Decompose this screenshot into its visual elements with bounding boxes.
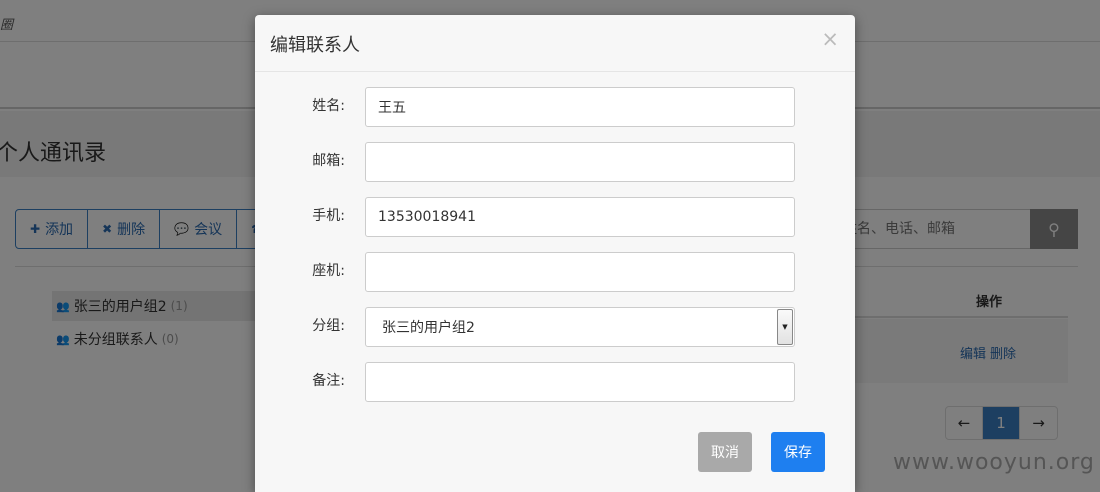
name-label: 姓名: xyxy=(312,98,345,114)
group-label: 分组: xyxy=(312,318,345,334)
landline-label: 座机: xyxy=(312,263,345,279)
dropdown-arrow-icon[interactable]: ▼ xyxy=(777,309,793,345)
name-field[interactable]: 王五 xyxy=(365,87,795,127)
watermark: www.wooyun.org xyxy=(893,450,1095,475)
cancel-button[interactable]: 取消 xyxy=(698,432,752,472)
mobile-row: 手机: 13530018941 xyxy=(255,197,855,237)
mobile-field[interactable]: 13530018941 xyxy=(365,197,795,237)
email-label: 邮箱: xyxy=(312,153,345,169)
mobile-label: 手机: xyxy=(312,208,345,224)
save-button[interactable]: 保存 xyxy=(771,432,825,472)
edit-contact-dialog: 编辑联系人 × 姓名: 王五 邮箱: 手机: 13530018941 座机: 分… xyxy=(255,15,855,492)
dialog-title: 编辑联系人 xyxy=(270,35,360,56)
group-row: 分组: 张三的用户组2 ▼ xyxy=(255,307,855,347)
note-field[interactable] xyxy=(365,362,795,402)
email-field[interactable] xyxy=(365,142,795,182)
group-select[interactable]: 张三的用户组2 ▼ xyxy=(365,307,795,347)
name-row: 姓名: 王五 xyxy=(255,87,855,127)
email-row: 邮箱: xyxy=(255,142,855,182)
landline-row: 座机: xyxy=(255,252,855,292)
note-label: 备注: xyxy=(312,373,345,389)
landline-field[interactable] xyxy=(365,252,795,292)
dialog-header: 编辑联系人 × xyxy=(255,15,855,72)
close-icon[interactable]: × xyxy=(821,29,839,50)
group-select-value: 张三的用户组2 xyxy=(382,320,475,336)
note-row: 备注: xyxy=(255,362,855,402)
